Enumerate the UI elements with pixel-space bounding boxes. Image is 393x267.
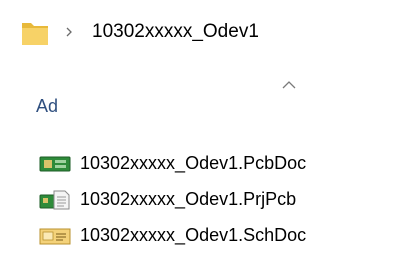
file-name: 10302xxxxx_Odev1.PcbDoc (80, 153, 307, 173)
sort-ascending-icon (281, 78, 297, 90)
folder-icon[interactable] (21, 20, 49, 46)
file-name: 10302xxxxx_Odev1.SchDoc (80, 225, 307, 245)
list-item[interactable]: 10302xxxxx_Odev1.PrjPcb (0, 181, 393, 217)
address-bar: 10302xxxxx_Odev1 (0, 0, 393, 64)
chevron-right-icon[interactable] (64, 21, 74, 43)
list-item[interactable]: 10302xxxxx_Odev1.PcbDoc (0, 145, 393, 181)
pcb-project-icon (38, 190, 72, 210)
column-header-name[interactable]: Ad (36, 93, 58, 119)
schematic-document-icon (38, 226, 72, 246)
list-item[interactable]: 10302xxxxx_Odev1.SchDoc (0, 217, 393, 253)
pcb-document-icon (38, 154, 72, 174)
breadcrumb-current-folder[interactable]: 10302xxxxx_Odev1 (92, 18, 259, 46)
file-name: 10302xxxxx_Odev1.PrjPcb (80, 189, 297, 209)
